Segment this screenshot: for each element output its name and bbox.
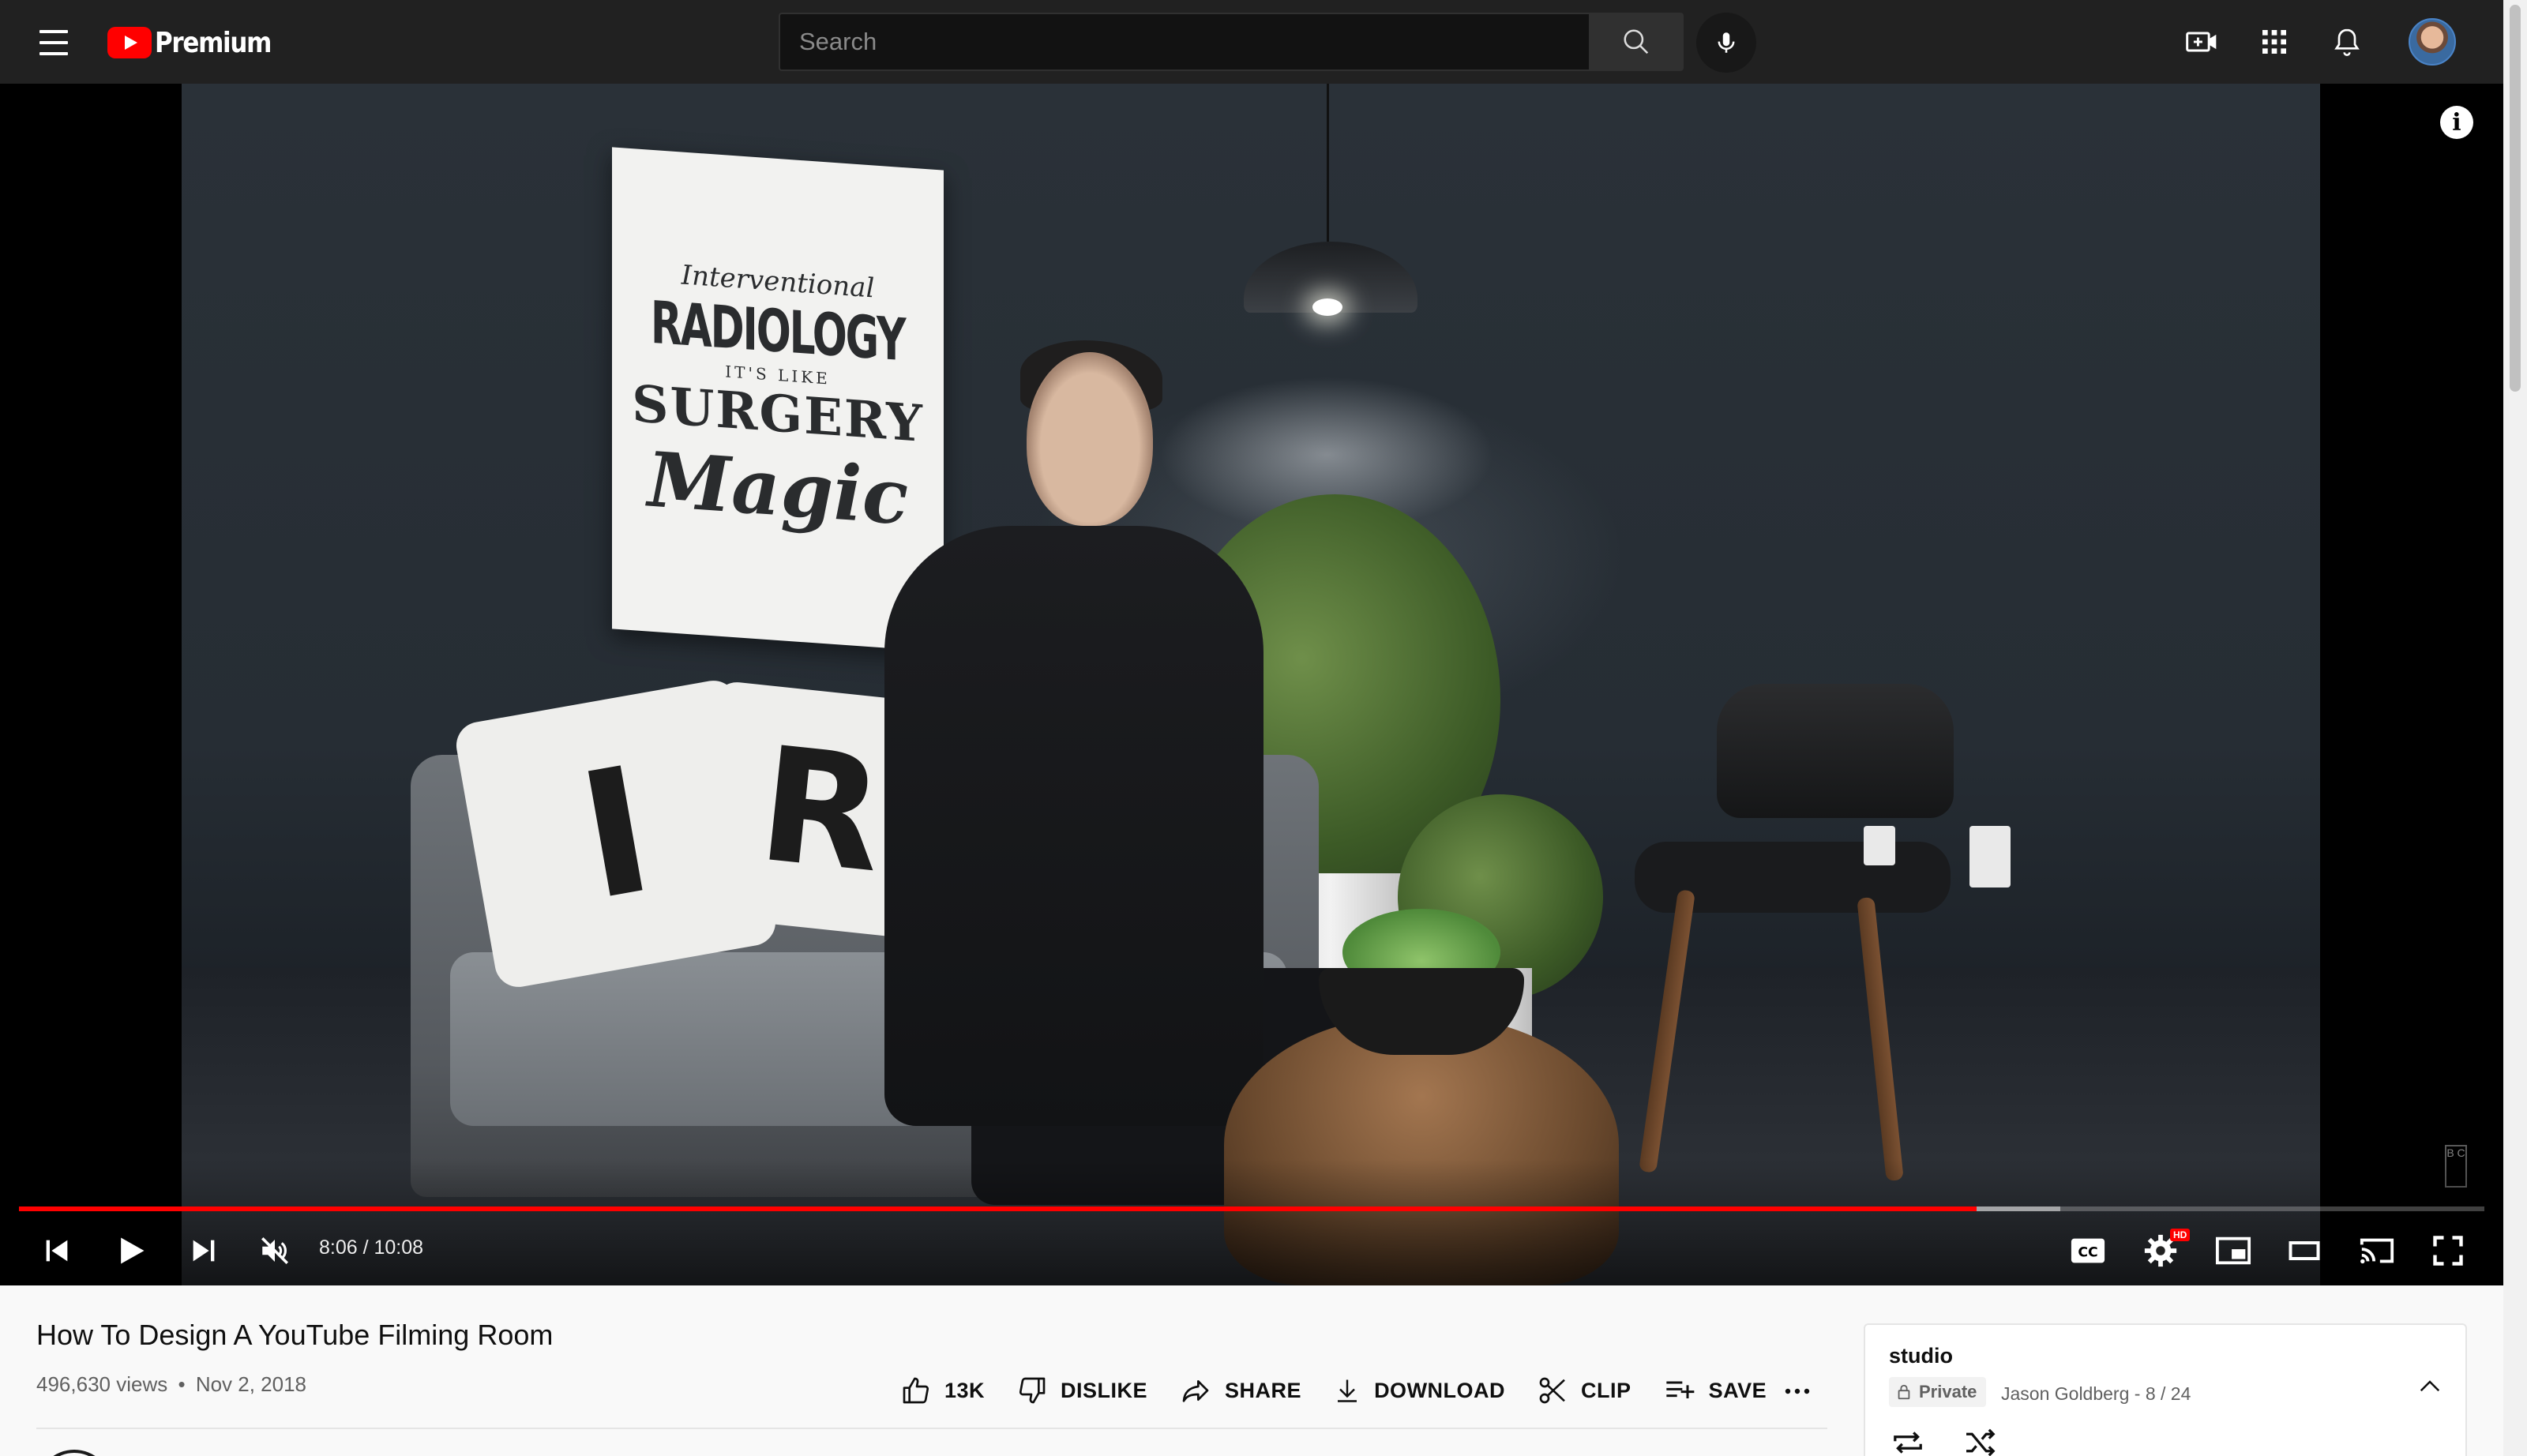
- controls-gradient: [0, 1159, 2503, 1285]
- search-input[interactable]: [779, 13, 1589, 71]
- scrollbar-thumb[interactable]: [2510, 5, 2521, 392]
- page-scrollbar[interactable]: [2503, 0, 2527, 1456]
- lamp-cord: [1327, 84, 1329, 242]
- hd-badge: HD: [2170, 1229, 2191, 1241]
- privacy-label: Private: [1919, 1382, 1977, 1402]
- section-divider: [36, 1428, 1827, 1429]
- fullscreen-button[interactable]: [2416, 1225, 2480, 1276]
- chair-back: [1717, 684, 1954, 818]
- playlist-owner-position: Jason Goldberg - 8 / 24: [2001, 1383, 2191, 1404]
- svg-text:CC: CC: [2078, 1245, 2097, 1261]
- skip-previous-icon: [46, 1240, 68, 1262]
- fullscreen-icon: [2433, 1236, 2463, 1266]
- previous-button[interactable]: [25, 1225, 88, 1276]
- share-icon: [1182, 1380, 1209, 1402]
- progress-played: [19, 1206, 1977, 1211]
- video-actions: 13K DISLIKE SHARE DOWNLOAD CLIP SAVE: [900, 1371, 1798, 1410]
- privacy-badge: Private: [1889, 1377, 1987, 1407]
- next-button[interactable]: [172, 1225, 235, 1276]
- save-label: SAVE: [1708, 1378, 1767, 1402]
- miniplayer-icon: [2215, 1236, 2251, 1265]
- pillow2-letter: R: [751, 712, 892, 908]
- video-meta: 496,630 views • Nov 2, 2018: [36, 1372, 306, 1397]
- pillow1-letter: I: [566, 728, 666, 940]
- playlist-panel: studio Private Jason Goldberg - 8 / 24: [1864, 1323, 2467, 1456]
- apps-grid-icon[interactable]: [2252, 20, 2296, 64]
- thumbs-down-icon: [1019, 1377, 1046, 1404]
- wall-outlet: [1864, 826, 1895, 865]
- youtube-premium-logo[interactable]: Premium: [107, 24, 290, 62]
- notifications-bell-icon[interactable]: [2325, 20, 2369, 64]
- clip-button[interactable]: CLIP: [1537, 1375, 1631, 1406]
- poster-line5: Magic: [647, 434, 909, 542]
- time-display: 8:06 / 10:08: [319, 1236, 424, 1259]
- save-button[interactable]: SAVE: [1663, 1375, 1767, 1406]
- like-count: 13K: [944, 1378, 986, 1402]
- progress-bar[interactable]: [19, 1206, 2484, 1211]
- account-avatar[interactable]: [2409, 18, 2456, 66]
- captions-button[interactable]: CC: [2056, 1225, 2120, 1276]
- playlist-title[interactable]: studio: [1889, 1344, 1953, 1368]
- wall-poster: Interventional RADIOLOGY IT'S LIKE SURGE…: [612, 147, 944, 652]
- logo-text: Premium: [155, 26, 272, 59]
- shuffle-playlist-button[interactable]: [1958, 1423, 2003, 1456]
- download-button[interactable]: DOWNLOAD: [1333, 1375, 1505, 1406]
- skip-next-icon: [193, 1240, 215, 1262]
- play-icon: [121, 1237, 145, 1264]
- settings-button[interactable]: HD: [2129, 1225, 2192, 1276]
- clip-label: CLIP: [1581, 1378, 1631, 1402]
- theater-mode-button[interactable]: [2273, 1225, 2336, 1276]
- person-body: [884, 526, 1264, 1126]
- menu-icon[interactable]: [35, 25, 73, 57]
- theater-mode-icon: [2289, 1241, 2320, 1260]
- share-label: SHARE: [1225, 1378, 1302, 1402]
- meta-separator: •: [178, 1372, 186, 1396]
- download-icon: [1338, 1379, 1357, 1402]
- youtube-logo-icon: [107, 27, 152, 58]
- volume-muted-icon: [261, 1237, 288, 1264]
- collapse-playlist-button[interactable]: [2410, 1366, 2450, 1405]
- miniplayer-button[interactable]: [2202, 1225, 2265, 1276]
- person-head: [1027, 352, 1153, 526]
- dislike-label: DISLIKE: [1061, 1378, 1148, 1402]
- dislike-button[interactable]: DISLIKE: [1016, 1375, 1147, 1406]
- search-icon: [1624, 29, 1649, 54]
- share-button[interactable]: SHARE: [1179, 1375, 1301, 1406]
- loop-icon: [1894, 1432, 1922, 1454]
- download-label: DOWNLOAD: [1374, 1378, 1506, 1402]
- cast-icon: [2360, 1238, 2394, 1264]
- search-button[interactable]: [1589, 13, 1684, 71]
- loop-playlist-button[interactable]: [1886, 1423, 1930, 1456]
- channel-avatar[interactable]: [36, 1450, 112, 1456]
- view-count: 496,630 views: [36, 1372, 168, 1396]
- closed-captions-icon: CC: [2071, 1238, 2105, 1263]
- voice-search-button[interactable]: [1696, 13, 1756, 73]
- scissors-icon: [1539, 1377, 1565, 1404]
- lamp-bulb: [1312, 298, 1342, 316]
- like-button[interactable]: 13K: [900, 1375, 985, 1406]
- cast-button[interactable]: [2345, 1225, 2409, 1276]
- wall-plate: [1969, 826, 2011, 887]
- play-button[interactable]: [100, 1225, 163, 1276]
- playlist-add-icon: [1665, 1381, 1694, 1398]
- chevron-up-icon: [2420, 1380, 2440, 1392]
- video-title: How To Design A YouTube Filming Room: [36, 1319, 554, 1351]
- info-icon[interactable]: i: [2440, 106, 2473, 139]
- lock-icon: [1898, 1384, 1910, 1400]
- video-player[interactable]: Interventional RADIOLOGY IT'S LIKE SURGE…: [0, 84, 2503, 1285]
- mute-button[interactable]: [243, 1225, 306, 1276]
- more-actions-button[interactable]: [1780, 1374, 1815, 1409]
- microphone-icon: [1718, 32, 1735, 53]
- masthead: Premium: [0, 0, 2503, 84]
- thumbs-up-icon: [903, 1377, 929, 1404]
- create-video-icon[interactable]: [2180, 20, 2224, 64]
- publish-date: Nov 2, 2018: [195, 1372, 307, 1396]
- shuffle-icon: [1966, 1428, 1996, 1456]
- more-horizontal-icon: [1785, 1388, 1810, 1394]
- video-frame: Interventional RADIOLOGY IT'S LIKE SURGE…: [182, 84, 2320, 1285]
